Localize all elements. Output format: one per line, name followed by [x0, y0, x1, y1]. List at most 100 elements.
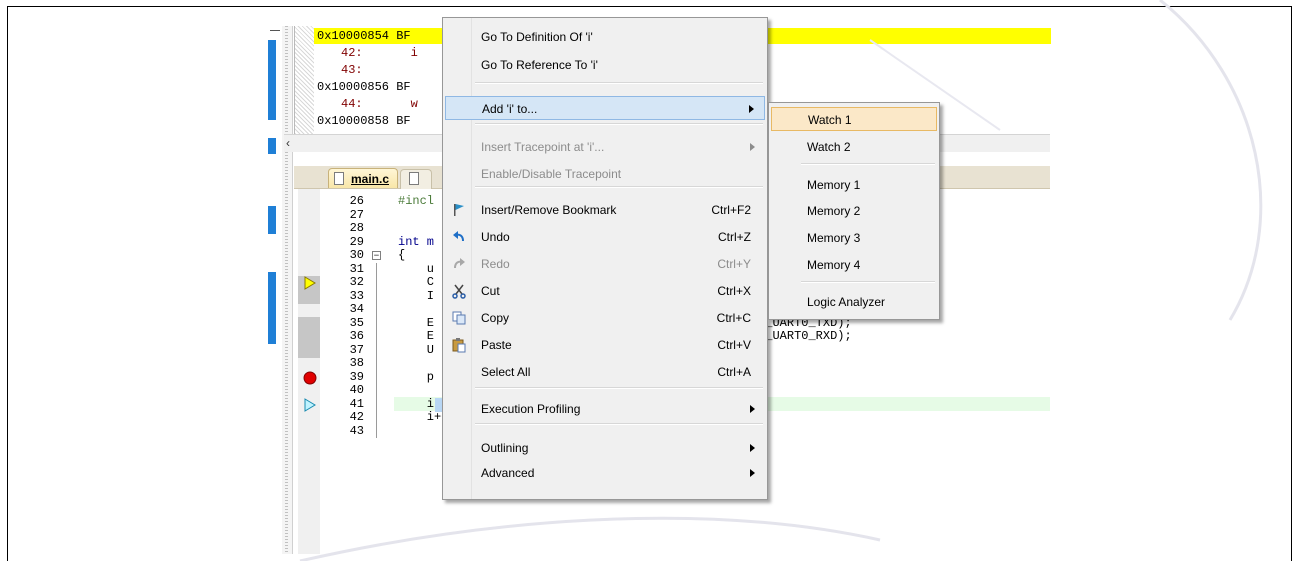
breakpoint-cell[interactable] [298, 289, 320, 304]
menu-item-label: Cut [481, 284, 500, 298]
line-number: 31 [349, 261, 364, 276]
instruction-address: 0x10000854 BF [317, 29, 411, 43]
line-number: 33 [349, 288, 364, 303]
instruction-address: 0x10000858 BF [317, 114, 411, 128]
left-panel-marker [268, 206, 276, 234]
file-icon [409, 172, 419, 185]
menu-item-shortcut: Ctrl+X [717, 284, 751, 298]
breakpoint-cell[interactable] [298, 330, 320, 344]
code-line[interactable]: u [398, 262, 434, 277]
line-number: 34 [349, 302, 364, 316]
submenu-arrow-icon [749, 105, 754, 113]
menu-redo: Redo Ctrl+Y [445, 252, 765, 276]
menu-item-label: Paste [481, 338, 512, 352]
code-line[interactable]: #incl [398, 194, 434, 209]
left-panel-marker [268, 272, 276, 344]
menu-bookmark[interactable]: Insert/Remove Bookmark Ctrl+F2 [445, 198, 765, 222]
submenu-item-label: Logic Analyzer [807, 295, 886, 309]
undo-icon [451, 229, 467, 245]
menu-advanced[interactable]: Advanced [445, 461, 765, 485]
line-number: 35 [349, 315, 364, 330]
menu-insert-tracepoint: Insert Tracepoint at 'i'... [445, 135, 765, 159]
disassembly-line[interactable]: 0x10000856 BF [317, 79, 411, 95]
menu-execution-profiling[interactable]: Execution Profiling [445, 397, 765, 421]
submenu-item-label: Memory 2 [807, 204, 861, 218]
menu-outlining[interactable]: Outlining [445, 436, 765, 460]
instruction-address: 0x10000856 BF [317, 80, 411, 94]
source-line-number: 43: [341, 63, 363, 77]
code-line[interactable]: I [398, 289, 434, 304]
menu-separator [475, 423, 763, 425]
source-line-code: i [410, 46, 418, 60]
menu-item-label: Outlining [481, 441, 529, 455]
menu-go-to-reference[interactable]: Go To Reference To 'i' [445, 53, 765, 77]
menu-item-label: Insert Tracepoint at 'i'... [481, 140, 605, 154]
add-to-submenu: Watch 1 Watch 2 Memory 1 Memory 2 Memory 3 Me… [768, 102, 940, 320]
code-line[interactable]: p [398, 370, 434, 385]
submenu-arrow-icon [750, 405, 755, 413]
menu-paste[interactable]: Paste Ctrl+V [445, 333, 765, 357]
source-line-code [363, 63, 411, 77]
line-number: 36 [349, 329, 364, 343]
menu-item-shortcut: Ctrl+A [717, 365, 751, 379]
menu-undo[interactable]: Undo Ctrl+Z [445, 225, 765, 249]
tab-other-file[interactable] [400, 169, 432, 189]
line-number: 27 [349, 207, 364, 222]
submenu-item-label: Memory 1 [807, 178, 861, 192]
menu-cut[interactable]: Cut Ctrl+X [445, 279, 765, 303]
code-line[interactable]: { [398, 248, 405, 263]
paste-icon [451, 337, 467, 353]
submenu-item-label: Memory 4 [807, 258, 861, 272]
menu-separator [475, 186, 763, 188]
submenu-item-label: Memory 3 [807, 231, 861, 245]
copy-icon [451, 310, 467, 326]
menu-item-shortcut: Ctrl+Y [717, 257, 751, 271]
menu-item-shortcut: Ctrl+C [716, 311, 751, 325]
submenu-memory-4[interactable]: Memory 4 [771, 253, 937, 277]
scroll-left-icon[interactable]: ‹ [286, 135, 290, 152]
breakpoint-cell[interactable] [298, 343, 320, 358]
tab-main-c[interactable]: main.c [328, 168, 398, 188]
line-number: 43 [349, 423, 364, 438]
disassembly-line[interactable]: 42: i [317, 45, 418, 61]
submenu-memory-3[interactable]: Memory 3 [771, 226, 937, 250]
menu-item-label: Go To Reference To 'i' [481, 58, 598, 72]
disassembly-line[interactable]: 0x10000858 BF [317, 113, 411, 129]
line-number: 40 [349, 383, 364, 397]
left-panel-marker [268, 40, 276, 120]
menu-select-all[interactable]: Select All Ctrl+A [445, 360, 765, 384]
submenu-item-label: Watch 2 [807, 140, 851, 154]
code-line[interactable]: U [398, 343, 434, 358]
line-number: 26 [349, 194, 364, 208]
menu-separator [475, 123, 763, 125]
line-number: 42 [349, 410, 364, 424]
line-number: 37 [349, 342, 364, 357]
file-icon [334, 172, 344, 185]
menu-item-shortcut: Ctrl+Z [718, 230, 751, 244]
collapse-toggle-icon[interactable]: − [372, 251, 381, 261]
menu-copy[interactable]: Copy Ctrl+C [445, 306, 765, 330]
breakpoint-cell[interactable] [298, 316, 320, 331]
submenu-watch-2[interactable]: Watch 2 [771, 135, 937, 159]
caller-arrow-icon [304, 397, 316, 412]
menu-item-label: Go To Definition Of 'i' [481, 30, 593, 44]
bookmark-flag-icon [451, 202, 467, 218]
vertical-splitter[interactable] [282, 26, 293, 554]
submenu-watch-1[interactable]: Watch 1 [771, 107, 937, 131]
menu-go-to-definition[interactable]: Go To Definition Of 'i' [445, 25, 765, 49]
menu-enable-disable-tracepoint: Enable/Disable Tracepoint [445, 162, 765, 186]
submenu-memory-1[interactable]: Memory 1 [771, 173, 937, 197]
submenu-logic-analyzer[interactable]: Logic Analyzer [771, 290, 937, 314]
context-menu: Go To Definition Of 'i' Go To Reference T… [442, 17, 768, 500]
redo-icon [451, 256, 467, 272]
menu-add-to[interactable]: Add 'i' to... [445, 96, 765, 120]
line-number: 41 [349, 396, 364, 411]
submenu-memory-2[interactable]: Memory 2 [771, 199, 937, 223]
source-line-code: w [410, 97, 418, 111]
disassembly-line[interactable]: 43: [317, 62, 411, 78]
source-line-number: 44: [341, 97, 363, 111]
splitter-handle[interactable] [270, 30, 280, 31]
scissors-icon [451, 283, 467, 299]
disassembly-line[interactable]: 44: w [317, 96, 418, 112]
code-line[interactable]: int m [398, 235, 434, 250]
